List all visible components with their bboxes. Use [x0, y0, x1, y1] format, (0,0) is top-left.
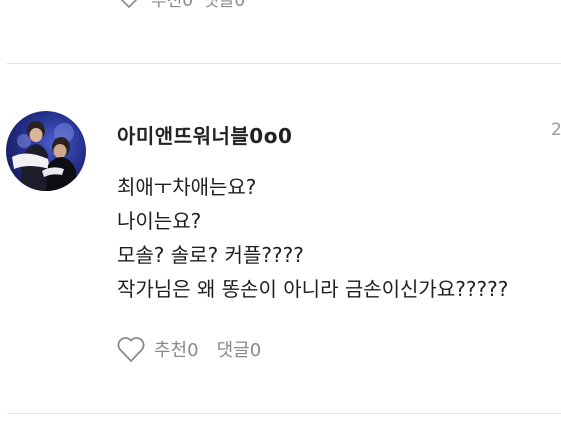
- avatar[interactable]: [6, 111, 86, 191]
- comment-date: 2: [551, 120, 561, 140]
- comment-divider: [7, 63, 561, 64]
- comment-divider: [7, 413, 561, 414]
- previous-comment-actions: 추천0 댓글0: [117, 0, 245, 11]
- comment-username[interactable]: 아미앤뜨워너블0o0: [117, 120, 292, 149]
- avatar-image: [12, 121, 78, 191]
- heart-outline-icon[interactable]: [117, 0, 141, 9]
- comment-actions: 추천0 댓글0: [116, 334, 261, 364]
- reply-count[interactable]: 댓글0: [217, 336, 262, 362]
- heart-outline-icon[interactable]: [116, 335, 146, 363]
- comment-line: 모솔? 솔로? 커플????: [117, 243, 304, 267]
- like-count[interactable]: 추천0: [154, 336, 199, 362]
- comment-line: 나이는요?: [117, 209, 202, 233]
- comment-line: 작가님은 왜 똥손이 아니라 금손이신가요?????: [117, 277, 509, 301]
- comment-body: 최애ㅜ차애는요? 나이는요? 모솔? 솔로? 커플???? 작가님은 왜 똥손이…: [117, 170, 557, 306]
- previous-like-count[interactable]: 추천0: [151, 0, 193, 11]
- comment-line: 최애ㅜ차애는요?: [117, 175, 257, 199]
- previous-reply-count[interactable]: 댓글0: [203, 0, 245, 11]
